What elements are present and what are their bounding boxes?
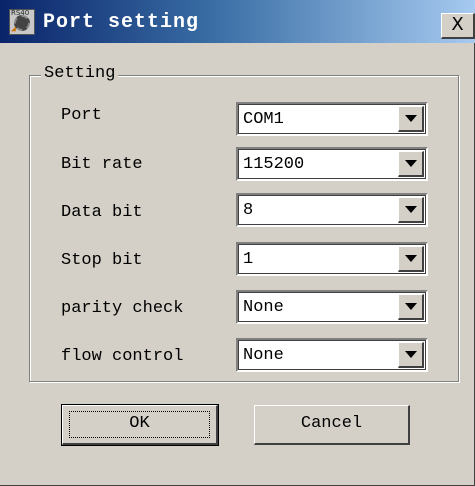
stop-bit-select[interactable]: 1 bbox=[236, 242, 428, 276]
bit-rate-label: Bit rate bbox=[61, 155, 143, 174]
bit-rate-dropdown-button[interactable] bbox=[398, 151, 424, 177]
parity-check-select[interactable]: None bbox=[236, 290, 428, 324]
chevron-down-icon bbox=[405, 160, 417, 167]
parity-check-dropdown-button[interactable] bbox=[398, 294, 424, 320]
setting-group-label: Setting bbox=[41, 64, 119, 84]
stop-bit-label: Stop bit bbox=[61, 251, 143, 270]
chevron-down-icon bbox=[405, 351, 417, 358]
ok-button[interactable]: OK bbox=[61, 404, 219, 446]
window-title: Port setting bbox=[43, 11, 200, 34]
data-bit-label: Data bit bbox=[61, 203, 143, 222]
data-bit-select[interactable]: 8 bbox=[236, 193, 428, 227]
flow-control-label: flow control bbox=[61, 347, 184, 366]
chevron-down-icon bbox=[405, 115, 417, 122]
parity-check-label: parity check bbox=[61, 299, 184, 318]
port-dropdown-button[interactable] bbox=[398, 106, 424, 132]
port-setting-dialog: RS40 ◢ Port setting X Setting Port COM1 … bbox=[0, 0, 475, 486]
cancel-button[interactable]: Cancel bbox=[254, 405, 410, 445]
chevron-down-icon bbox=[405, 255, 417, 262]
port-select[interactable]: COM1 bbox=[236, 102, 428, 136]
data-bit-dropdown-button[interactable] bbox=[398, 197, 424, 223]
chevron-down-icon bbox=[405, 303, 417, 310]
flow-control-dropdown-button[interactable] bbox=[398, 342, 424, 368]
cancel-button-label: Cancel bbox=[300, 414, 363, 433]
ok-button-label: OK bbox=[129, 414, 150, 433]
title-bar[interactable]: RS40 ◢ Port setting bbox=[0, 0, 475, 43]
close-button[interactable]: X bbox=[441, 13, 475, 39]
bit-rate-select[interactable]: 115200 bbox=[236, 147, 428, 181]
close-icon: X bbox=[451, 14, 464, 35]
stop-bit-value: 1 bbox=[243, 250, 254, 269]
bit-rate-value: 115200 bbox=[243, 155, 305, 174]
data-bit-value: 8 bbox=[243, 201, 254, 220]
stop-bit-dropdown-button[interactable] bbox=[398, 246, 424, 272]
app-gear-icon: RS40 ◢ bbox=[9, 9, 35, 35]
port-label: Port bbox=[61, 106, 102, 125]
parity-check-value: None bbox=[243, 298, 284, 317]
flow-control-value: None bbox=[243, 346, 284, 365]
port-value: COM1 bbox=[243, 110, 284, 129]
chevron-down-icon bbox=[405, 206, 417, 213]
flow-control-select[interactable]: None bbox=[236, 338, 428, 372]
